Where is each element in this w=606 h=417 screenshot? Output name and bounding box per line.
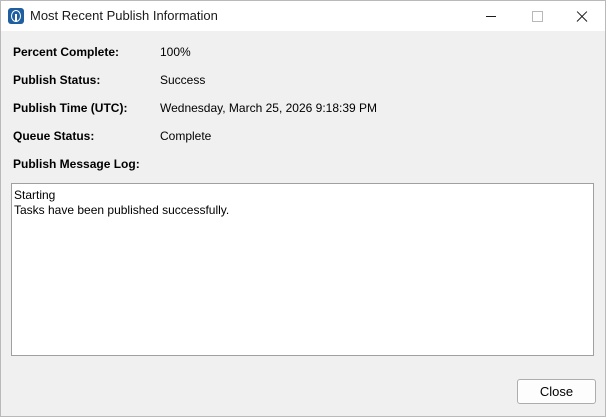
close-icon xyxy=(576,10,588,22)
app-logo-icon xyxy=(8,8,24,24)
close-window-button[interactable] xyxy=(559,1,605,31)
log-line: Starting xyxy=(14,188,56,202)
close-button[interactable]: Close xyxy=(517,379,596,404)
minimize-icon xyxy=(486,16,496,17)
title-bar[interactable]: Most Recent Publish Information xyxy=(1,1,605,31)
queue-status-value: Complete xyxy=(160,129,212,143)
publish-time-value: Wednesday, March 25, 2026 9:18:39 PM xyxy=(160,101,378,115)
message-log-label: Publish Message Log: xyxy=(13,157,140,171)
percent-complete-label: Percent Complete: xyxy=(13,45,120,59)
maximize-button xyxy=(514,1,560,31)
queue-status-label: Queue Status: xyxy=(13,129,95,143)
percent-complete-value: 100% xyxy=(160,45,191,59)
publish-info-dialog: Most Recent Publish Information Percent … xyxy=(0,0,606,417)
publish-time-label: Publish Time (UTC): xyxy=(13,101,128,115)
log-line: Tasks have been published successfully. xyxy=(14,203,230,217)
publish-status-label: Publish Status: xyxy=(13,73,101,87)
maximize-icon xyxy=(532,11,543,22)
window-title: Most Recent Publish Information xyxy=(30,8,218,23)
message-log-textbox[interactable]: Starting Tasks have been published succe… xyxy=(11,183,594,356)
minimize-button[interactable] xyxy=(468,1,514,31)
publish-status-value: Success xyxy=(160,73,206,87)
